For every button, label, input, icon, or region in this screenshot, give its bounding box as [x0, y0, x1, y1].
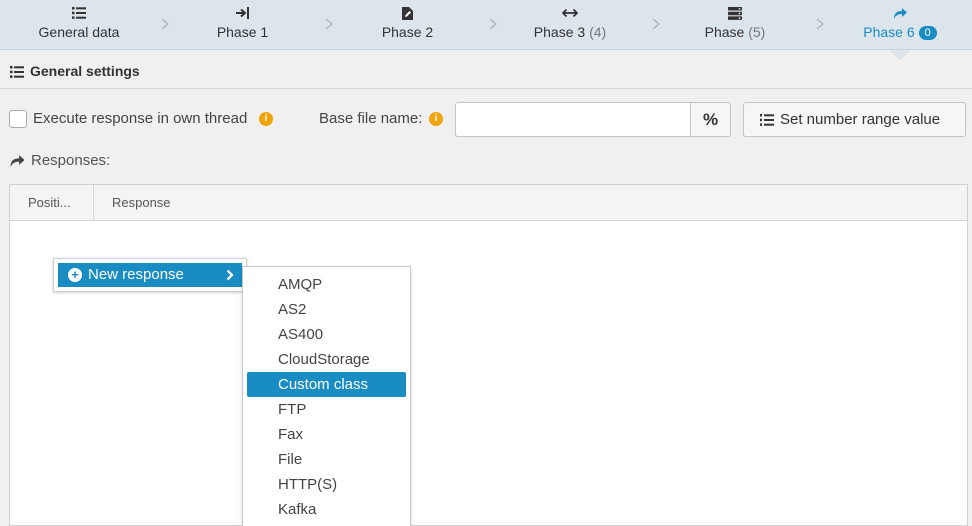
base-file-name-input[interactable]: [455, 102, 691, 137]
share-arrow-icon: [845, 0, 955, 20]
wizard-steps: General data Phase 1 Phase 2 Phase 3 (4)…: [0, 0, 972, 50]
execute-own-thread-label: Execute response in own thread: [33, 110, 248, 127]
menu-item-ftp[interactable]: FTP: [247, 397, 406, 422]
set-number-range-button[interactable]: Set number range value: [743, 102, 966, 137]
step-label: Phase 3: [533, 24, 586, 40]
menu-item-amqp[interactable]: AMQP: [247, 272, 406, 297]
chevron-right-icon: [226, 269, 234, 281]
ordered-list-icon: [760, 114, 774, 126]
list-icon: [10, 66, 24, 78]
new-response-button[interactable]: + New response: [58, 263, 242, 287]
step-phase-3[interactable]: Phase 3 (4): [515, 0, 625, 50]
step-phase-6[interactable]: Phase 60: [845, 0, 955, 50]
column-header-response[interactable]: Response: [94, 185, 171, 221]
chevron-right-icon: [161, 18, 170, 30]
menu-item-kafka[interactable]: Kafka: [247, 497, 406, 522]
step-phase-1[interactable]: Phase 1: [190, 0, 295, 50]
base-file-name-label: Base file name:: [319, 110, 423, 127]
sign-in-icon: [190, 0, 295, 20]
plus-circle-icon: +: [68, 268, 82, 282]
step-label: Phase 1: [216, 24, 269, 40]
step-phase-2[interactable]: Phase 2: [355, 0, 460, 50]
step-phase-5[interactable]: Phase (5): [680, 0, 790, 50]
response-type-menu: AMQP AS2 AS400 CloudStorage Custom class…: [242, 266, 411, 526]
step-badge: 0: [918, 26, 937, 40]
chevron-right-icon: [652, 18, 661, 30]
step-general-data[interactable]: General data: [20, 0, 138, 50]
chevron-right-icon: [489, 18, 498, 30]
arrows-horizontal-icon: [515, 0, 625, 20]
menu-item-as2[interactable]: AS2: [247, 297, 406, 322]
menu-item-custom-class[interactable]: Custom class: [247, 372, 406, 397]
responses-label-text: Responses:: [31, 152, 111, 169]
percent-button[interactable]: %: [690, 102, 731, 137]
step-label: General data: [38, 24, 120, 40]
active-step-pointer: [889, 50, 911, 60]
responses-label: Responses:: [9, 152, 110, 169]
responses-table: Positi... Response: [9, 184, 968, 526]
menu-item-fax[interactable]: Fax: [247, 422, 406, 447]
menu-item-cloudstorage[interactable]: CloudStorage: [247, 347, 406, 372]
info-icon[interactable]: i: [259, 112, 273, 126]
menu-item-https[interactable]: HTTP(S): [247, 472, 406, 497]
column-header-position[interactable]: Positi...: [10, 185, 94, 221]
new-response-popup: + New response: [53, 258, 247, 292]
step-label: Phase 6: [863, 24, 915, 40]
info-icon[interactable]: i: [429, 112, 443, 126]
step-count: (5): [748, 24, 766, 40]
execute-own-thread-checkbox[interactable]: [9, 110, 27, 128]
chevron-right-icon: [816, 18, 825, 30]
step-label: Phase 2: [381, 24, 434, 40]
file-edit-icon: [355, 0, 460, 20]
table-header: Positi... Response: [10, 185, 967, 221]
new-response-label: New response: [88, 266, 184, 283]
chevron-right-icon: [325, 18, 334, 30]
menu-item-file[interactable]: File: [247, 447, 406, 472]
share-arrow-icon: [10, 155, 25, 167]
list-icon: [20, 0, 138, 20]
step-count: (4): [589, 24, 607, 40]
divider: [0, 88, 972, 89]
step-label: Phase: [704, 24, 745, 40]
section-title: General settings: [30, 63, 140, 79]
section-header: General settings: [10, 63, 140, 79]
set-number-range-label: Set number range value: [780, 111, 941, 128]
server-icon: [680, 0, 790, 20]
menu-item-as400[interactable]: AS400: [247, 322, 406, 347]
